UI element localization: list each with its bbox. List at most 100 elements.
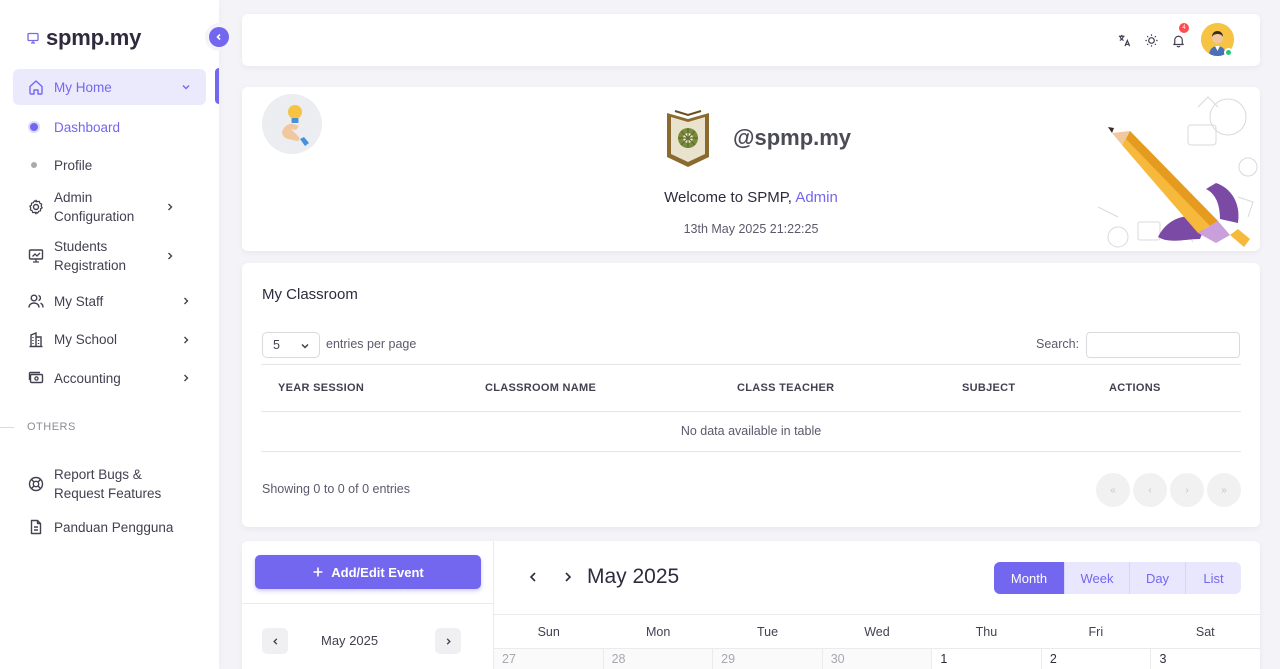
brand[interactable]: spmp.my bbox=[27, 25, 141, 51]
search-input[interactable] bbox=[1086, 332, 1240, 358]
entries-per-page-label: entries per page bbox=[326, 337, 417, 351]
mini-calendar-prev-button[interactable] bbox=[262, 628, 288, 654]
previous-page-button[interactable]: ‹ bbox=[1133, 473, 1167, 507]
day-cell[interactable]: 29 bbox=[713, 649, 823, 669]
column-header[interactable]: SUBJECT bbox=[962, 382, 1015, 394]
add-edit-event-button[interactable]: Add/Edit Event bbox=[255, 555, 481, 589]
lightbulb-illustration bbox=[262, 94, 322, 154]
chevron-right-icon bbox=[446, 637, 451, 645]
monitor-icon bbox=[27, 32, 39, 44]
bullet-icon bbox=[30, 123, 38, 131]
bell-icon[interactable] bbox=[1169, 31, 1187, 49]
notification-badge: 4 bbox=[1179, 23, 1189, 33]
welcome-card: @spmp.my Welcome to SPMP, Admin 13th May… bbox=[242, 87, 1260, 251]
calendar-card: Add/Edit Event May 2025 May 2025 Month W… bbox=[242, 541, 1260, 669]
school-crest-logo bbox=[667, 110, 709, 167]
column-header[interactable]: CLASS TEACHER bbox=[737, 382, 834, 394]
mini-calendar-next-button[interactable] bbox=[435, 628, 461, 654]
sidebar-item-label: Students Registration bbox=[54, 239, 127, 273]
sidebar: spmp.my My Home Dashboard Profile Admin … bbox=[0, 0, 219, 669]
weekday-label: Sat bbox=[1195, 625, 1215, 639]
day-cell[interactable]: 27 bbox=[494, 649, 604, 669]
sidebar-item-label: My Home bbox=[54, 79, 112, 95]
chevron-right-icon bbox=[184, 374, 189, 382]
table-info: Showing 0 to 0 of 0 entries bbox=[262, 482, 411, 496]
calendar-prev-button[interactable] bbox=[525, 569, 541, 585]
divider bbox=[242, 603, 494, 604]
month-grid: Sun Mon Tue Wed Thu Fri Sat 27 28 29 30 … bbox=[494, 614, 1260, 669]
next-page-button[interactable]: › bbox=[1170, 473, 1204, 507]
chevron-right-icon bbox=[184, 297, 189, 305]
sidebar-item-label: Panduan Pengguna bbox=[54, 519, 174, 535]
sidebar-item-panduan-pengguna[interactable]: Panduan Pengguna bbox=[13, 515, 206, 539]
section-divider bbox=[0, 427, 14, 428]
column-header[interactable]: CLASSROOM NAME bbox=[485, 382, 596, 394]
day-cell[interactable]: 1 bbox=[932, 649, 1042, 669]
column-header: ACTIONS bbox=[1109, 382, 1161, 394]
users-icon bbox=[27, 292, 45, 310]
first-page-button[interactable]: « bbox=[1096, 473, 1130, 507]
sidebar-item-label: My Staff bbox=[54, 293, 104, 309]
mini-calendar-month-name[interactable]: May bbox=[321, 633, 346, 648]
collapse-sidebar-button[interactable] bbox=[209, 27, 229, 47]
welcome-greeting: Welcome to SPMP, bbox=[664, 189, 792, 206]
empty-table-message: No data available in table bbox=[261, 412, 1241, 452]
weekday-label: Tue bbox=[757, 625, 779, 639]
day-cell[interactable]: 30 bbox=[822, 649, 933, 669]
view-month-button[interactable]: Month bbox=[994, 562, 1065, 594]
calendar-sidebar: Add/Edit Event May 2025 bbox=[242, 541, 494, 669]
calendar-next-button[interactable] bbox=[560, 569, 576, 585]
day-cell[interactable]: 28 bbox=[603, 649, 714, 669]
sidebar-item-report-bugs[interactable]: Report Bugs & Request Features bbox=[13, 461, 206, 507]
chevron-right-icon bbox=[168, 203, 173, 211]
chevron-right-icon bbox=[565, 572, 572, 582]
sidebar-item-accounting[interactable]: Accounting bbox=[13, 359, 206, 397]
chevron-left-icon bbox=[272, 637, 277, 645]
home-icon bbox=[27, 78, 45, 96]
document-icon bbox=[27, 518, 45, 536]
sidebar-item-my-staff[interactable]: My Staff bbox=[13, 282, 206, 320]
chevron-left-icon bbox=[529, 572, 536, 582]
sidebar-item-my-school[interactable]: My School bbox=[13, 320, 206, 359]
section-label-others: OTHERS bbox=[27, 421, 76, 433]
calendar-view-switcher: Month Week Day List bbox=[994, 562, 1241, 594]
active-indicator bbox=[215, 68, 219, 104]
mini-calendar-year[interactable]: 2025 bbox=[349, 633, 378, 648]
view-week-button[interactable]: Week bbox=[1065, 562, 1130, 594]
plus-icon bbox=[313, 567, 323, 577]
brand-name: spmp.my bbox=[46, 25, 142, 50]
day-cell[interactable]: 3 bbox=[1151, 649, 1260, 669]
sidebar-item-admin-configuration[interactable]: Admin Configuration bbox=[13, 184, 206, 230]
view-day-button[interactable]: Day bbox=[1130, 562, 1186, 594]
view-list-button[interactable]: List bbox=[1186, 562, 1241, 594]
sidebar-item-label: My School bbox=[54, 332, 118, 347]
sidebar-item-students-registration[interactable]: Students Registration bbox=[13, 230, 206, 282]
day-cell[interactable]: 2 bbox=[1042, 649, 1152, 669]
sidebar-subitem-dashboard[interactable]: Dashboard bbox=[13, 108, 206, 146]
column-header[interactable]: YEAR SESSION bbox=[278, 382, 364, 394]
sidebar-item-my-home[interactable]: My Home bbox=[13, 69, 206, 105]
week-row: 27 28 29 30 1 2 3 bbox=[494, 649, 1260, 669]
translate-icon[interactable] bbox=[1115, 31, 1133, 49]
gear-icon bbox=[27, 198, 45, 216]
table-header: YEAR SESSION CLASSROOM NAME CLASS TEACHE… bbox=[261, 364, 1241, 412]
weekday-label: Wed bbox=[864, 625, 890, 639]
sidebar-subitem-label: Profile bbox=[54, 157, 93, 173]
calendar-title: May 2025 bbox=[587, 565, 680, 588]
chevron-right-icon bbox=[184, 336, 189, 343]
entries-per-page-select[interactable]: 5 bbox=[262, 332, 320, 358]
sun-icon[interactable] bbox=[1142, 31, 1160, 49]
classroom-card: My Classroom 5 entries per page Search: … bbox=[242, 263, 1260, 527]
weekday-label: Thu bbox=[975, 625, 998, 639]
weekday-header: Sun Mon Tue Wed Thu Fri Sat bbox=[494, 614, 1260, 649]
weekday-label: Mon bbox=[645, 625, 671, 639]
pagination: « ‹ › » bbox=[1096, 473, 1241, 507]
topbar: 4 bbox=[242, 14, 1260, 66]
pencil-rocket-illustration bbox=[1098, 96, 1258, 248]
chevron-down-icon bbox=[182, 85, 190, 90]
last-page-button[interactable]: » bbox=[1207, 473, 1241, 507]
site-handle: @spmp.my bbox=[733, 125, 852, 150]
sidebar-subitem-profile[interactable]: Profile bbox=[13, 146, 206, 184]
entries-per-page-value: 5 bbox=[273, 338, 280, 352]
sidebar-item-label: Admin Configuration bbox=[54, 190, 135, 224]
